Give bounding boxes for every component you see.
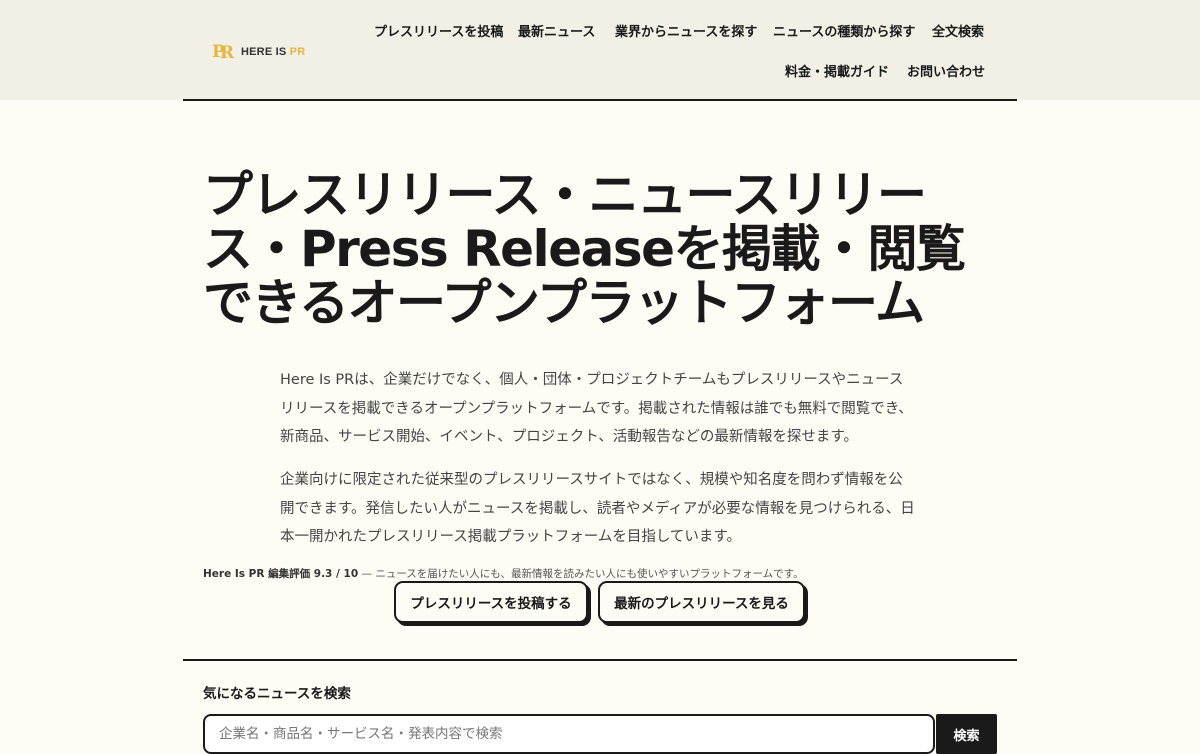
nav-news-by-type[interactable]: ニュースの種類から探す [773,21,915,40]
nav-pricing-guide[interactable]: 料金・掲載ガイド [785,61,889,80]
intro-paragraph-1: Here Is PRは、企業だけでなく、個人・団体・プロジェクトチームもプレスリ… [280,372,913,445]
nav-news-by-industry[interactable]: 業界からニュースを探す [615,21,757,40]
logo-name-part1: HERE IS [241,46,290,58]
site-logo[interactable]: PR HERE IS PR [212,40,305,64]
news-search-input[interactable] [203,714,935,754]
view-latest-press-releases-button[interactable]: 最新のプレスリリースを見る [598,581,805,623]
search-heading: 気になるニュースを検索 [203,686,351,702]
nav-latest-news[interactable]: 最新ニュース [518,21,595,40]
nav-full-text-search[interactable]: 全文検索 [932,21,984,40]
nav-submit-press-release[interactable]: プレスリリースを投稿 [374,21,503,40]
editorial-rating: Here Is PR 編集評価 9.3 / 10 — ニュースを届けたい人にも、… [203,566,804,581]
submit-press-release-button[interactable]: プレスリリースを投稿する [394,581,588,623]
rating-text: — ニュースを届けたい人にも、最新情報を読みたい人にも使いやすいプラットフォーム… [358,568,804,580]
header-divider [183,99,1017,101]
hero-title: プレスリリース・ニュースリリース・Press Releaseを掲載・閲覧できるオ… [203,166,966,332]
search-button[interactable]: 検索 [936,714,997,754]
nav-contact[interactable]: お問い合わせ [907,61,985,80]
rating-label: Here Is PR 編集評価 9.3 / 10 [203,568,359,580]
site-header [0,0,1200,100]
intro-paragraph-2: 企業向けに限定された従来型のプレスリリースサイトではなく、規模や知名度を問わず情… [280,472,915,545]
logo-mark-icon: PR [212,42,235,63]
logo-name-part2: PR [289,46,306,58]
logo-text: HERE IS PR [241,46,305,58]
section-divider [183,659,1017,661]
